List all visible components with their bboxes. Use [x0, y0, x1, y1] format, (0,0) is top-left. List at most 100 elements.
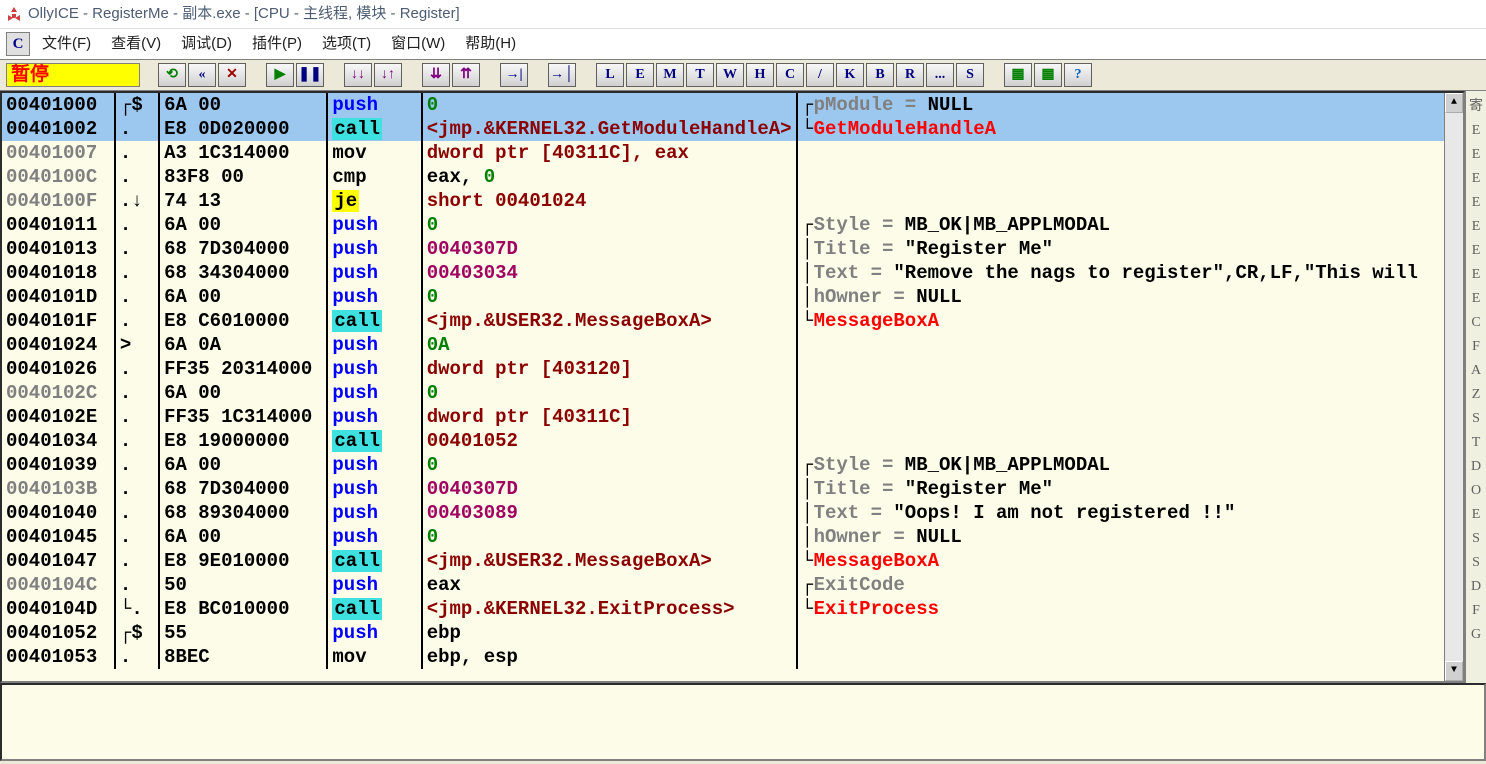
help-button[interactable]: ? — [1064, 63, 1092, 87]
menu-window[interactable]: 窗口(W) — [391, 32, 445, 56]
window-...-button[interactable]: ... — [926, 63, 954, 87]
disasm-row[interactable]: 0040101D.6A 00push0│hOwner = NULL — [2, 285, 1444, 309]
disasm-row[interactable]: 00401026.FF35 20314000pushdword ptr [403… — [2, 357, 1444, 381]
step-over-button[interactable]: ↓↑ — [374, 63, 402, 87]
disasm-row[interactable]: 00401053.8BECmovebp, esp — [2, 645, 1444, 669]
disassembly-table[interactable]: 00401000┌$6A 00push0┌pModule = NULL00401… — [2, 93, 1444, 669]
mark-cell: . — [115, 285, 159, 309]
address-cell: 0040101F — [2, 309, 115, 333]
window-c-button[interactable]: C — [776, 63, 804, 87]
disasm-row[interactable]: 0040104D└.E8 BC010000call<jmp.&KERNEL32.… — [2, 597, 1444, 621]
hex-cell: FF35 1C314000 — [159, 405, 327, 429]
window-m-button[interactable]: M — [656, 63, 684, 87]
disasm-row[interactable]: 0040100F.↓74 13jeshort 00401024 — [2, 189, 1444, 213]
disasm-row[interactable]: 00401045.6A 00push0│hOwner = NULL — [2, 525, 1444, 549]
trace-into-button[interactable]: ⇊ — [422, 63, 450, 87]
disasm-row[interactable]: 00401002.E8 0D020000call<jmp.&KERNEL32.G… — [2, 117, 1444, 141]
address-cell: 0040104D — [2, 597, 115, 621]
cpu-disassembly-pane[interactable]: 00401000┌$6A 00push0┌pModule = NULL00401… — [0, 91, 1465, 683]
window-e-button[interactable]: E — [626, 63, 654, 87]
disasm-row[interactable]: 00401047.E8 9E010000call<jmp.&USER32.Mes… — [2, 549, 1444, 573]
disasm-row[interactable]: 00401052┌$55pushebp — [2, 621, 1444, 645]
comment-cell: ┌Style = MB_OK|MB_APPLMODAL — [797, 213, 1444, 237]
mnemonic-cell: call — [327, 597, 421, 621]
comment-cell — [797, 429, 1444, 453]
step-into-button[interactable]: ↓↓ — [344, 63, 372, 87]
run-button[interactable]: ▶ — [266, 63, 294, 87]
mark-cell: . — [115, 117, 159, 141]
disasm-row[interactable]: 0040102C.6A 00push0 — [2, 381, 1444, 405]
restart-button[interactable]: ⟲ — [158, 63, 186, 87]
options2-button[interactable]: ▦ — [1034, 63, 1062, 87]
mark-cell: . — [115, 261, 159, 285]
window-s-button[interactable]: S — [956, 63, 984, 87]
pause-button[interactable]: ❚❚ — [296, 63, 324, 87]
operand-cell: 0 — [422, 213, 797, 237]
disasm-row[interactable]: 00401039.6A 00push0┌Style = MB_OK|MB_APP… — [2, 453, 1444, 477]
window-t-button[interactable]: T — [686, 63, 714, 87]
hex-cell: 68 89304000 — [159, 501, 327, 525]
menu-file[interactable]: 文件(F) — [42, 32, 91, 56]
disasm-row[interactable]: 0040100C.83F8 00cmpeax, 0 — [2, 165, 1444, 189]
mnemonic-cell: push — [327, 357, 421, 381]
toolbar: 暂停 ⟲ « ✕ ▶ ❚❚ ↓↓ ↓↑ ⇊ ⇈ →| →│ LEMTWHC/KB… — [0, 59, 1486, 91]
window-k-button[interactable]: K — [836, 63, 864, 87]
window-w-button[interactable]: W — [716, 63, 744, 87]
goto-button[interactable]: →│ — [548, 63, 576, 87]
window-r-button[interactable]: R — [896, 63, 924, 87]
window-/-button[interactable]: / — [806, 63, 834, 87]
window-l-button[interactable]: L — [596, 63, 624, 87]
comment-cell — [797, 621, 1444, 645]
operand-cell: 0040307D — [422, 477, 797, 501]
register-hint: E — [1472, 287, 1481, 311]
window-b-button[interactable]: B — [866, 63, 894, 87]
disasm-row[interactable]: 00401034.E8 19000000call00401052 — [2, 429, 1444, 453]
disasm-row[interactable]: 00401040.68 89304000push00403089│Text = … — [2, 501, 1444, 525]
close-button[interactable]: ✕ — [218, 63, 246, 87]
disasm-row[interactable]: 00401000┌$6A 00push0┌pModule = NULL — [2, 93, 1444, 117]
register-hint: E — [1472, 191, 1481, 215]
trace-over-button[interactable]: ⇈ — [452, 63, 480, 87]
address-cell: 0040102E — [2, 405, 115, 429]
exec-till-return-button[interactable]: →| — [500, 63, 528, 87]
menu-plugins[interactable]: 插件(P) — [252, 32, 302, 56]
hex-cell: 6A 00 — [159, 525, 327, 549]
operand-cell: eax — [422, 573, 797, 597]
disasm-row[interactable]: 00401018.68 34304000push00403034│Text = … — [2, 261, 1444, 285]
scroll-up-icon[interactable]: ▲ — [1445, 93, 1463, 113]
mnemonic-cell: mov — [327, 645, 421, 669]
mnemonic-cell: push — [327, 501, 421, 525]
hex-cell: 68 7D304000 — [159, 237, 327, 261]
disasm-row[interactable]: 0040104C.50pusheax┌ExitCode — [2, 573, 1444, 597]
scroll-down-icon[interactable]: ▼ — [1445, 661, 1463, 681]
operand-cell: 0A — [422, 333, 797, 357]
disasm-row[interactable]: 00401007.A3 1C314000movdword ptr [40311C… — [2, 141, 1444, 165]
registers-strip[interactable]: 寄EEEEEEEECFAZSTDOESSDFG — [1465, 91, 1486, 683]
menu-debug[interactable]: 调试(D) — [181, 32, 232, 56]
comment-cell: │hOwner = NULL — [797, 285, 1444, 309]
operand-cell: 0 — [422, 525, 797, 549]
hex-cell: A3 1C314000 — [159, 141, 327, 165]
rewind-button[interactable]: « — [188, 63, 216, 87]
disasm-row[interactable]: 0040103B.68 7D304000push0040307D│Title =… — [2, 477, 1444, 501]
vertical-scrollbar[interactable]: ▲ ▼ — [1444, 93, 1463, 681]
disasm-row[interactable]: 00401013.68 7D304000push0040307D│Title =… — [2, 237, 1444, 261]
disasm-row[interactable]: 00401024>6A 0Apush0A — [2, 333, 1444, 357]
mark-cell: . — [115, 501, 159, 525]
comment-cell: └GetModuleHandleA — [797, 117, 1444, 141]
disasm-row[interactable]: 00401011.6A 00push0┌Style = MB_OK|MB_APP… — [2, 213, 1444, 237]
mnemonic-cell: push — [327, 405, 421, 429]
menu-help[interactable]: 帮助(H) — [465, 32, 516, 56]
mark-cell: . — [115, 381, 159, 405]
menu-view[interactable]: 查看(V) — [111, 32, 161, 56]
hex-cell: 68 34304000 — [159, 261, 327, 285]
mark-cell: . — [115, 525, 159, 549]
mdi-control-icon[interactable]: C — [6, 32, 30, 56]
menu-options[interactable]: 选项(T) — [322, 32, 371, 56]
disasm-row[interactable]: 0040102E.FF35 1C314000pushdword ptr [403… — [2, 405, 1444, 429]
disasm-row[interactable]: 0040101F.E8 C6010000call<jmp.&USER32.Mes… — [2, 309, 1444, 333]
hex-cell: 74 13 — [159, 189, 327, 213]
window-h-button[interactable]: H — [746, 63, 774, 87]
info-pane[interactable] — [0, 683, 1486, 761]
options1-button[interactable]: ▦ — [1004, 63, 1032, 87]
